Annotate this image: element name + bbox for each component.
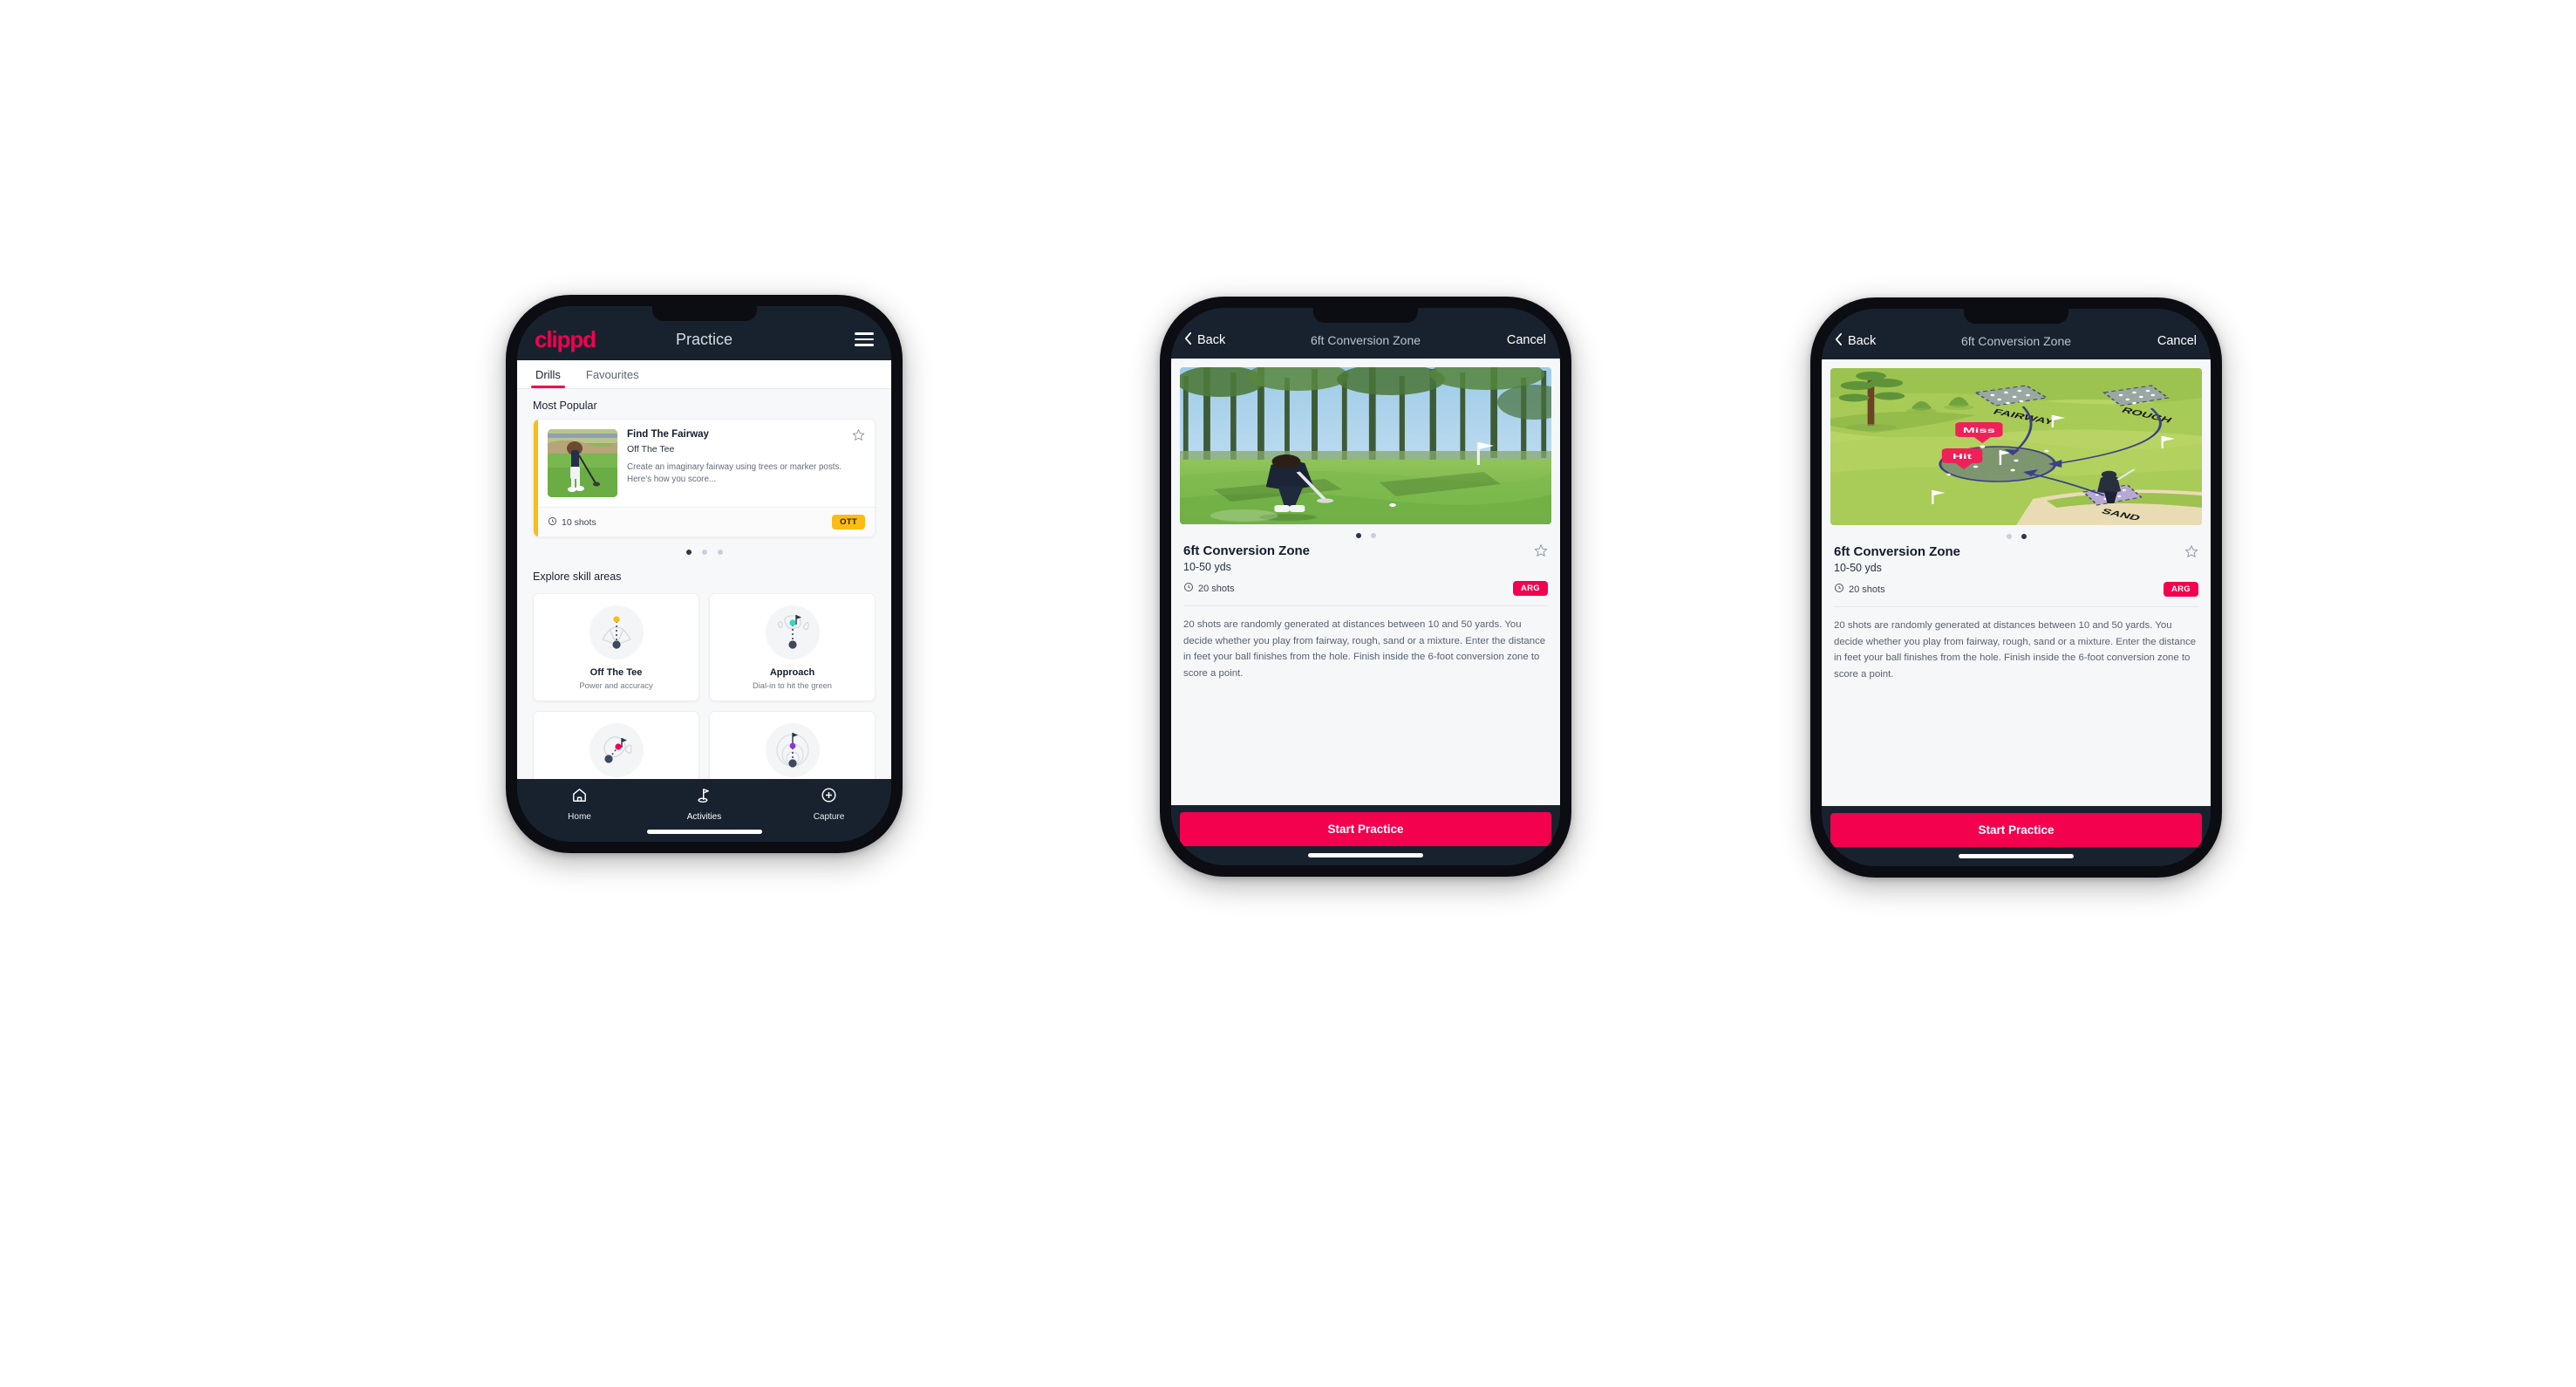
media-dot-1[interactable] [1355,533,1361,538]
drill-shots-label: 10 shots [562,516,596,528]
plus-circle-icon [821,787,837,808]
drill-description: 20 shots are randomly generated at dista… [1183,619,1546,679]
tab-bar: Drills Favourites [517,360,891,389]
chip-around-green-icon [589,723,644,777]
drill-name: 6ft Conversion Zone [1183,543,1311,558]
detail-body: 6ft Conversion Zone 10-50 yds 20 shots A… [1171,359,1560,805]
back-label: Back [1197,333,1226,347]
green-approach-icon [765,605,820,659]
carousel-dot-2[interactable] [701,550,707,555]
drill-shots: 10 shots [548,516,596,529]
drill-category: Off The Tee [627,443,675,454]
nav-label: Capture [813,812,845,822]
back-button[interactable]: Back [1834,332,1876,350]
star-outline-icon[interactable] [2184,544,2198,563]
media-dot-1[interactable] [2006,534,2012,539]
skill-card-around-the-green[interactable]: Around The Green Hone your short game [533,711,699,779]
drill-description: 20 shots are randomly generated at dista… [1834,620,2197,680]
phone-mockup-practice-list: clippd Practice Drills Favourites Most P… [506,295,903,853]
nav-item-home[interactable]: Home [517,787,642,822]
skill-card-name: Approach [769,667,815,678]
carousel-dots [517,537,891,560]
tab-drills[interactable]: Drills [531,360,565,388]
star-outline-icon[interactable] [1534,543,1548,562]
skill-card-approach[interactable]: Approach Dial-in to hit the green [709,593,876,701]
start-practice-button[interactable]: Start Practice [1830,813,2202,847]
tab-favourites[interactable]: Favourites [583,360,642,388]
nav-label: Home [568,812,591,822]
cancel-button[interactable]: Cancel [2157,334,2197,348]
screenshot-canvas: clippd Practice Drills Favourites Most P… [0,0,2576,1387]
skill-areas-heading: Explore skill areas [533,571,622,583]
media-dot-2[interactable] [2021,534,2027,539]
hamburger-menu-icon[interactable] [855,332,874,346]
skill-card-putting[interactable]: Putting Make and lag practice [709,711,876,779]
start-practice-button[interactable]: Start Practice [1180,812,1551,846]
practice-content: Most Popular Find The Fairway Off The Te… [517,389,891,779]
skill-areas-grid: Off The Tee Power and accuracy Approach … [517,590,891,779]
drill-description: Create an imaginary fairway using trees … [627,461,842,485]
nav-item-capture[interactable]: Capture [767,787,891,822]
skill-card-name: Off The Tee [589,667,643,678]
star-outline-icon[interactable] [852,428,865,446]
drill-name: 6ft Conversion Zone [1834,544,1961,559]
detail-body: FAIRWAY ROUGH SAND Miss Hit 6ft Conversi… [1822,359,2211,806]
drill-info: 6ft Conversion Zone 10-50 yds 20 shots A… [1822,543,2211,597]
phone-mockup-drill-detail-photo: Back 6ft Conversion Zone Cancel 6ft Conv… [1160,297,1571,877]
drill-title: Find The Fairway [627,429,709,440]
drill-card-find-the-fairway[interactable]: Find The Fairway Off The Tee Create an i… [533,419,876,537]
drill-media-diagram[interactable]: FAIRWAY ROUGH SAND Miss Hit [1830,368,2202,525]
home-indicator [1959,854,2074,858]
clock-icon [1834,583,1844,596]
detail-title: 6ft Conversion Zone [1310,333,1421,347]
drill-skill-badge: ARG [1512,581,1548,596]
clock-icon [1183,582,1194,595]
drill-thumbnail [548,429,617,497]
phone-notch [651,306,757,321]
golf-flag-icon [696,787,712,808]
drill-info: 6ft Conversion Zone 10-50 yds 20 shots A… [1171,542,1560,596]
clippd-logo[interactable]: clippd [535,328,596,351]
skill-card-desc: Power and accuracy [579,681,653,690]
back-button[interactable]: Back [1183,331,1225,349]
drill-media-photo[interactable] [1180,367,1551,524]
skill-card-desc: Dial-in to hit the green [753,681,832,690]
media-carousel-dots [1171,524,1560,542]
nav-item-activities[interactable]: Activities [642,787,767,822]
phone-notch [1964,309,2068,324]
cancel-button[interactable]: Cancel [1507,333,1546,347]
back-label: Back [1848,334,1877,348]
callout-label-miss: Miss [1963,426,1995,434]
most-popular-heading: Most Popular [533,400,597,412]
drill-shots: 20 shots [1834,583,1885,596]
drill-shots-label: 20 shots [1198,583,1235,594]
clock-icon [548,516,557,529]
callout-label-hit: Hit [1952,452,1973,461]
most-popular-carousel[interactable]: Find The Fairway Off The Tee Create an i… [517,419,891,537]
phone-notch [1313,308,1418,323]
detail-title: 6ft Conversion Zone [1960,334,2072,348]
putting-rings-icon [765,723,820,777]
media-carousel-dots [1822,525,2211,543]
nav-label: Activities [686,812,722,822]
carousel-dot-1[interactable] [685,550,692,555]
carousel-dot-3[interactable] [717,550,723,555]
chevron-left-icon [1183,331,1193,349]
drill-skill-badge: ARG [2163,582,2198,597]
chevron-left-icon [1834,332,1843,350]
media-dot-2[interactable] [1370,533,1376,538]
drill-yardage: 10-50 yds [1834,562,1882,574]
phone-mockup-drill-detail-diagram: Back 6ft Conversion Zone Cancel FAIRWAY … [1810,297,2222,878]
drill-shots-label: 20 shots [1849,584,1885,595]
drill-yardage: 10-50 yds [1183,561,1231,573]
home-indicator [646,830,762,834]
home-icon [571,787,588,808]
drill-shots: 20 shots [1183,582,1235,595]
home-indicator [1308,853,1423,857]
card-accent-bar [534,420,538,536]
drill-skill-badge: OTT [832,515,865,530]
skill-card-off-the-tee[interactable]: Off The Tee Power and accuracy [533,593,699,701]
tee-dispersion-icon [589,605,644,659]
